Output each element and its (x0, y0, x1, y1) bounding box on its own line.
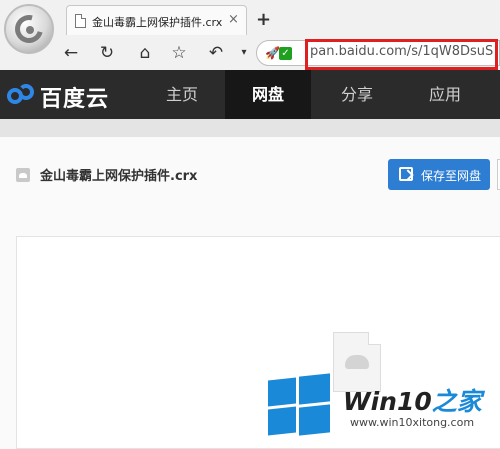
page-icon (75, 14, 86, 28)
windows-logo-pane (299, 404, 330, 436)
save-to-netdisk-button[interactable]: 保存至网盘 (388, 159, 490, 190)
save-button-label: 保存至网盘 (421, 169, 482, 183)
browser-tab[interactable]: 金山毒霸上网保护插件.crx × (66, 5, 247, 35)
windows-logo-icon (268, 373, 330, 437)
check-icon: ✓ (279, 47, 292, 60)
watermark-title: Win10之家 (343, 382, 482, 418)
nav-item-netdisk[interactable]: 网盘 (225, 70, 311, 119)
sub-header-bar (0, 119, 500, 137)
url-highlight-box (305, 39, 498, 70)
tab-close-icon[interactable]: × (228, 12, 239, 27)
site-header: 百度云 主页 网盘 分享 应用 (0, 70, 500, 119)
brand-name[interactable]: 百度云 (40, 81, 109, 113)
baidu-cloud-logo-icon[interactable] (7, 82, 35, 106)
document-cloud-glyph (345, 355, 369, 369)
back-icon[interactable]: ← (60, 42, 82, 64)
baidu-cloud-logo-ring-right (18, 84, 34, 100)
rocket-icon[interactable]: 🚀 (265, 46, 280, 60)
watermark-title-suffix: 之家 (431, 387, 482, 416)
home-icon[interactable]: ⌂ (134, 42, 156, 64)
watermark-title-prefix: Win10 (343, 387, 432, 416)
nav-item-share[interactable]: 分享 (322, 70, 392, 119)
reload-icon[interactable]: ↻ (96, 42, 118, 64)
browser-toolbar: 金山毒霸上网保护插件.crx × + ← ↻ ⌂ ☆ ↶ ▾ 🚀 ✓ pan.b… (0, 0, 500, 70)
windows-logo-pane (299, 373, 330, 405)
save-icon (399, 167, 413, 181)
browser-logo-icon[interactable] (4, 4, 54, 54)
new-tab-button[interactable]: + (256, 9, 271, 30)
file-icon (16, 168, 30, 182)
undo-icon[interactable]: ↶ (205, 42, 227, 64)
windows-logo-pane (268, 406, 296, 436)
watermark-url: www.win10xitong.com (350, 416, 475, 429)
nav-item-apps[interactable]: 应用 (410, 70, 480, 119)
browser-logo-dot (26, 26, 34, 34)
nav-item-home[interactable]: 主页 (154, 70, 210, 119)
tab-title: 金山毒霸上网保护插件.crx (92, 16, 222, 29)
star-icon[interactable]: ☆ (168, 42, 190, 64)
file-name: 金山毒霸上网保护插件.crx (40, 169, 198, 184)
windows-logo-pane (268, 377, 296, 407)
undo-dropdown-chevron-icon[interactable]: ▾ (233, 42, 255, 64)
